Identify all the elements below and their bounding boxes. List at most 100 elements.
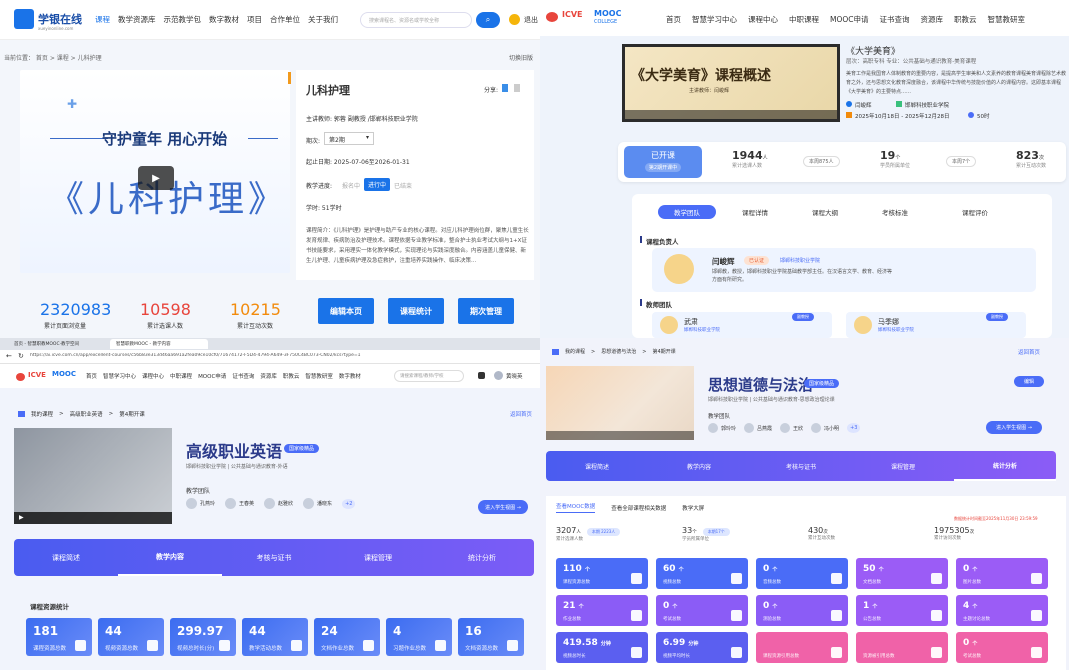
team-member[interactable]: 王欣 xyxy=(780,423,803,433)
tab-statistics[interactable]: 统计分析 xyxy=(430,539,534,576)
nav-item[interactable]: 中职课程 xyxy=(170,372,192,380)
nav-item[interactable]: 数字教材 xyxy=(209,14,239,25)
stat-card[interactable]: 1 个公告总数 xyxy=(856,595,948,626)
resource-card[interactable]: 24 文档作业总数 xyxy=(314,618,380,656)
nav-item[interactable]: 课程中心 xyxy=(748,14,778,25)
switch-old-version-link[interactable]: 切换旧版 xyxy=(509,53,533,62)
nav-item[interactable]: MOOC申请 xyxy=(198,372,226,380)
crumb[interactable]: 我的课程 xyxy=(31,410,53,418)
student-view-button[interactable]: 进入学生视图 → xyxy=(986,421,1042,434)
share-wechat-icon[interactable] xyxy=(514,84,520,92)
nav-item[interactable]: 首页 xyxy=(86,372,97,380)
video-controls[interactable] xyxy=(625,110,837,119)
nav-item[interactable]: 资源库 xyxy=(260,372,277,380)
student-view-button[interactable]: 进入学生视图 → xyxy=(478,500,528,514)
course-video[interactable]: ▶ xyxy=(14,428,172,524)
crumb[interactable]: 高级职业英语 xyxy=(70,410,103,418)
tab-overview[interactable]: 课程简述 xyxy=(14,539,118,576)
search-button[interactable]: ⌕ xyxy=(476,12,500,28)
back-icon[interactable]: ← xyxy=(6,352,12,360)
stat-card[interactable]: 21 个作业总数 xyxy=(556,595,648,626)
crumb[interactable]: 第4期开课 xyxy=(652,348,675,355)
play-icon[interactable]: ▶ xyxy=(19,514,24,521)
bell-icon[interactable] xyxy=(478,372,485,379)
team-member[interactable]: 郭玲玲 xyxy=(708,423,736,433)
avatar[interactable] xyxy=(509,14,520,25)
nav-item[interactable]: 数字教材 xyxy=(339,372,361,380)
team-member[interactable]: 孔燕玲 xyxy=(186,498,215,509)
subtab-mooc[interactable]: 查看MOOC数据 xyxy=(556,502,596,513)
tab-overview[interactable]: 课程简述 xyxy=(546,451,648,481)
team-member[interactable]: 潘晓东 xyxy=(303,498,332,509)
resource-card[interactable]: 4 习题作业总数 xyxy=(386,618,452,656)
team-member[interactable]: 王春英 xyxy=(225,498,254,509)
course-video[interactable] xyxy=(546,366,694,440)
nav-item[interactable]: 课程中心 xyxy=(142,372,164,380)
nav-item[interactable]: 证书查询 xyxy=(232,372,254,380)
nav-item[interactable]: 项目 xyxy=(247,14,262,25)
term-manage-button[interactable]: 期次管理 xyxy=(458,298,514,324)
course-stats-button[interactable]: 课程统计 xyxy=(388,298,444,324)
stat-card[interactable]: 0 个音频总数 xyxy=(756,558,848,589)
stat-card[interactable]: 0 个考试总数 xyxy=(656,595,748,626)
tab-statistics[interactable]: 统计分析 xyxy=(954,451,1056,481)
stat-card[interactable]: 419.58 分钟 视频总时长 xyxy=(556,632,648,663)
subtab-all[interactable]: 查看全部课程相关数据 xyxy=(611,504,666,512)
term-select[interactable]: 第2期 ▾ xyxy=(324,132,374,145)
edit-page-button[interactable]: 编辑本页 xyxy=(318,298,374,324)
tab-course-detail[interactable]: 课程详情 xyxy=(716,207,794,217)
url-field[interactable]: https://ai.icve.com.cn/app/excellent-cou… xyxy=(30,353,460,358)
back-home-link[interactable]: 返回首页 xyxy=(510,410,532,418)
nav-item[interactable]: 职教云 xyxy=(283,372,300,380)
more-members[interactable]: +3 xyxy=(847,423,861,433)
crumb[interactable]: 第4期开课 xyxy=(119,410,145,418)
edit-button[interactable]: 编辑 xyxy=(1014,376,1044,387)
stat-card[interactable]: 0 个考试总数 xyxy=(956,632,1048,663)
nav-item[interactable]: MOOC申请 xyxy=(830,14,869,25)
nav-item[interactable]: 关于我们 xyxy=(308,14,338,25)
stat-card[interactable]: 6.99 分钟 视频平均时长 xyxy=(656,632,748,663)
avatar[interactable] xyxy=(494,371,503,380)
resource-card[interactable]: 299.97 视频总时长(分) xyxy=(170,618,236,656)
course-video[interactable]: 《大学美育》课程概述 主讲教师：闫峻辉 xyxy=(622,44,840,122)
video-controls[interactable] xyxy=(546,431,694,440)
search-input[interactable]: 搜索课程名、资源名或学校全称 xyxy=(360,12,472,28)
nav-item[interactable]: 中职课程 xyxy=(789,14,819,25)
nav-item[interactable]: 证书查询 xyxy=(880,14,910,25)
tab-syllabus[interactable]: 课程大纲 xyxy=(794,207,856,217)
resource-card[interactable]: 44 教学活动总数 xyxy=(242,618,308,656)
stat-card[interactable]: 4 个主题讨论总数 xyxy=(956,595,1048,626)
tab-assessment[interactable]: 考核与证书 xyxy=(750,451,852,481)
browser-tab[interactable]: 首页 - 智慧职教MOOC·教学空间 xyxy=(14,341,104,347)
search-input[interactable]: 请搜索课程/教师/学校 xyxy=(394,370,464,382)
crumb[interactable]: 我的课程 xyxy=(565,348,585,355)
course-video[interactable]: ✚ 守护童年 用心开始 《儿科护理》 ▶ xyxy=(20,70,290,273)
more-members[interactable]: +2 xyxy=(342,498,356,509)
team-member[interactable]: 冯小明 xyxy=(811,423,839,433)
tab-assessment[interactable]: 考核与证书 xyxy=(222,539,326,576)
nav-item[interactable]: 教学资源库 xyxy=(118,14,156,25)
team-member[interactable]: 赵雅欣 xyxy=(264,498,293,509)
stat-card[interactable]: 课程资源引用总数 xyxy=(756,632,848,663)
stat-card[interactable]: 110 个课程资源总数 xyxy=(556,558,648,589)
nav-item[interactable]: 首页 xyxy=(666,14,681,25)
nav-item[interactable]: 智慧学习中心 xyxy=(103,372,136,380)
resource-card[interactable]: 44 视频资源总数 xyxy=(98,618,164,656)
subtab-screen[interactable]: 教学大屏 xyxy=(682,504,704,512)
stat-card[interactable]: 0 个图片总数 xyxy=(956,558,1048,589)
tab-assessment[interactable]: 考核标准 xyxy=(856,207,934,217)
crumb[interactable]: 思想道德与法治 xyxy=(601,348,636,355)
stat-card[interactable]: 60 个视频总数 xyxy=(656,558,748,589)
tab-evaluation[interactable]: 课程评价 xyxy=(934,207,1016,217)
tab-management[interactable]: 课程管理 xyxy=(326,539,430,576)
tab-content[interactable]: 教学内容 xyxy=(648,451,750,481)
nav-item[interactable]: 智慧教研室 xyxy=(988,14,1026,25)
nav-item[interactable]: 智慧教研室 xyxy=(305,372,333,380)
browser-tab-active[interactable]: 智慧职教MOOC - 教学内容 xyxy=(110,339,208,349)
nav-item[interactable]: 资源库 xyxy=(921,14,944,25)
refresh-icon[interactable]: ↻ xyxy=(18,352,24,360)
stat-card[interactable]: 50 个文档总数 xyxy=(856,558,948,589)
share-qq-icon[interactable] xyxy=(502,84,508,92)
resource-card[interactable]: 181 课程资源总数 xyxy=(26,618,92,656)
resource-card[interactable]: 16 文档资源总数 xyxy=(458,618,524,656)
